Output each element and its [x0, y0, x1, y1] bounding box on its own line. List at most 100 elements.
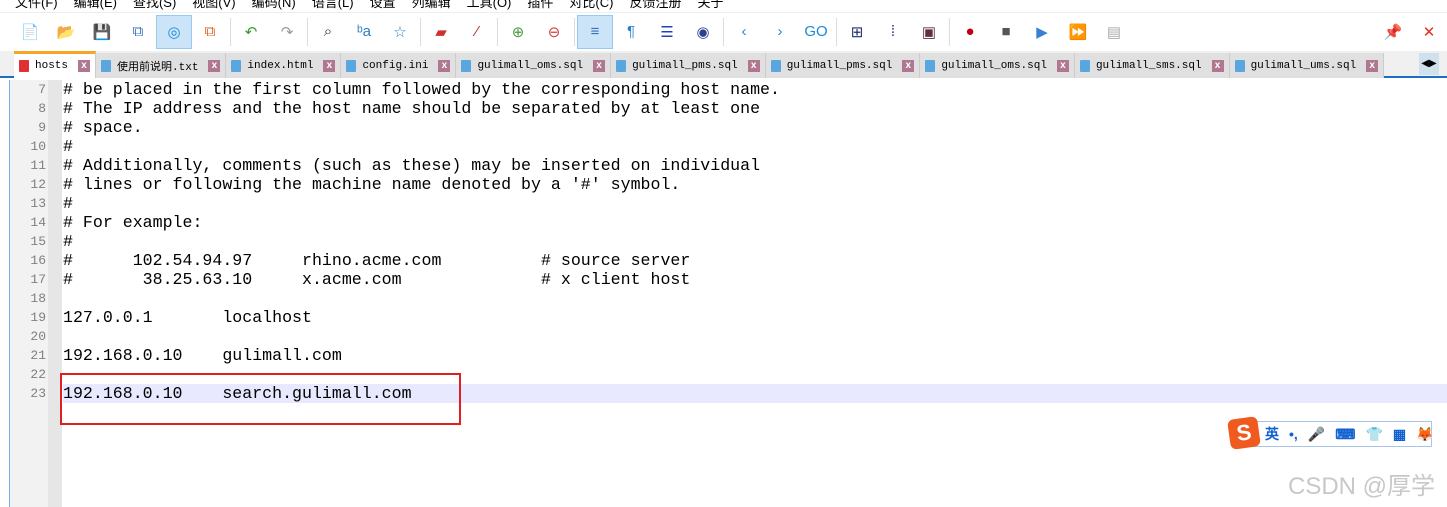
close-tab-icon[interactable]: x [902, 59, 915, 72]
close-icon[interactable]: ✕ [1411, 15, 1447, 49]
clear-mark-icon[interactable]: ⁄ [459, 15, 495, 49]
close-tab-icon[interactable]: x [1211, 59, 1224, 72]
tab-file[interactable]: config.ini x [341, 53, 457, 78]
play-macro-icon[interactable]: ▶ [1024, 15, 1060, 49]
pin-icon[interactable]: 📌 [1375, 15, 1411, 49]
code-line[interactable]: 14 # For example: [10, 213, 1447, 232]
close-all-icon[interactable]: ⧉ [192, 15, 228, 49]
code-line[interactable]: 20 [10, 327, 1447, 346]
line-text[interactable] [63, 327, 1447, 346]
tab-file[interactable]: gulimall_pms.sql x [611, 53, 766, 78]
replace-icon[interactable]: ᵇa [346, 15, 382, 49]
line-text[interactable]: # [63, 194, 1447, 213]
tab-file[interactable]: gulimall_ums.sql x [1229, 53, 1385, 78]
apps-icon[interactable]: ▦ [1393, 426, 1406, 443]
save-all-icon[interactable]: ⧉ [120, 15, 156, 49]
close-tab-icon[interactable]: x [1366, 59, 1379, 72]
go-to-icon[interactable]: GO [798, 15, 834, 49]
code-line[interactable]: 17 # 38.25.63.10 x.acme.com # x client ho… [10, 270, 1447, 289]
save-macro-icon[interactable]: ▤ [1096, 15, 1132, 49]
code-line[interactable]: 7 # be placed in the first column followe… [10, 80, 1447, 99]
close-tab-icon[interactable]: x [593, 59, 606, 72]
doc-map-icon[interactable]: ◉ [685, 15, 721, 49]
menu-item[interactable]: 列编辑 [404, 0, 459, 10]
tab-file[interactable]: gulimall_sms.sql x [1074, 53, 1230, 78]
run-macro-multiple-icon[interactable]: ⏩ [1060, 15, 1096, 49]
code-line[interactable]: 8 # The IP address and the host name shou… [10, 99, 1447, 118]
word-wrap-icon[interactable]: ≡ [577, 14, 613, 49]
menu-item[interactable]: 设置 [362, 0, 404, 10]
line-text[interactable]: # be placed in the first column followed… [63, 80, 1447, 99]
zoom-in-icon[interactable]: ⊕ [500, 15, 536, 49]
menu-item[interactable]: 对比(C) [561, 0, 621, 10]
menu-item[interactable]: 视图(V) [184, 0, 243, 10]
open-file-icon[interactable]: 📂 [48, 15, 84, 49]
line-text[interactable]: 192.168.0.10 gulimall.com [63, 346, 1447, 365]
close-tab-icon[interactable]: x [78, 60, 91, 72]
punctuation-icon[interactable]: •, [1289, 426, 1298, 442]
ime-language-toggle[interactable]: 英 [1265, 424, 1279, 444]
line-text[interactable]: # space. [63, 118, 1447, 137]
line-text[interactable]: # [63, 137, 1447, 156]
close-tab-icon[interactable]: x [208, 59, 221, 72]
bookmark-icon[interactable]: ☆ [382, 15, 418, 49]
new-file-icon[interactable]: 📄 [12, 15, 48, 49]
text-editor[interactable]: 7 # be placed in the first column followe… [10, 80, 1447, 403]
code-line[interactable]: 10 # [10, 137, 1447, 156]
next-icon[interactable]: › [762, 15, 798, 49]
microphone-icon[interactable]: 🎤 [1308, 426, 1325, 443]
menu-item[interactable]: 文件(F) [0, 0, 66, 10]
tab-scroll-arrows[interactable]: ◀▶ [1419, 53, 1439, 75]
line-text[interactable]: # 38.25.63.10 x.acme.com # x client host [63, 270, 1447, 289]
line-text[interactable] [63, 289, 1447, 308]
line-text[interactable]: # The IP address and the host name shoul… [63, 99, 1447, 118]
line-text[interactable]: # lines or following the machine name de… [63, 175, 1447, 194]
prev-icon[interactable]: ‹ [726, 15, 762, 49]
code-line[interactable]: 9 # space. [10, 118, 1447, 137]
code-line[interactable]: 21 192.168.0.10 gulimall.com [10, 346, 1447, 365]
menu-item[interactable]: 编码(N) [244, 0, 304, 10]
line-text[interactable]: # 102.54.94.97 rhino.acme.com # source s… [63, 251, 1447, 270]
sogou-logo-icon[interactable]: S [1227, 416, 1261, 450]
tab-file[interactable]: gulimall_pms.sql x [765, 53, 921, 78]
stop-record-icon[interactable]: ■ [988, 15, 1024, 49]
tab-file[interactable]: hosts x [14, 51, 97, 78]
mark-icon[interactable]: ▰ [423, 15, 459, 49]
code-line[interactable]: 19 127.0.0.1 localhost [10, 308, 1447, 327]
line-text[interactable]: # For example: [63, 213, 1447, 232]
code-line[interactable]: 16 # 102.54.94.97 rhino.acme.com # source… [10, 251, 1447, 270]
code-line[interactable]: 12 # lines or following the machine name … [10, 175, 1447, 194]
tab-file[interactable]: gulimall_oms.sql x [920, 53, 1075, 78]
auto-save-icon[interactable]: ◎ [156, 14, 192, 49]
zoom-out-icon[interactable]: ⊖ [536, 15, 572, 49]
find-icon[interactable]: ⌕ [310, 15, 346, 49]
line-text[interactable]: # Additionally, comments (such as these)… [63, 156, 1447, 175]
save-icon[interactable]: 💾 [84, 15, 120, 49]
monitor-icon[interactable]: ▣ [911, 15, 947, 49]
close-tab-icon[interactable]: x [323, 59, 336, 72]
menu-item[interactable]: 插件 [519, 0, 561, 10]
indent-guide-icon[interactable]: ☰ [649, 15, 685, 49]
menu-item[interactable]: 反馈注册 [621, 0, 689, 10]
menu-item[interactable]: 关于 [689, 0, 731, 10]
tab-file[interactable]: gulimall_oms.sql x [456, 53, 612, 78]
close-tab-icon[interactable]: x [438, 59, 451, 72]
code-line[interactable]: 18 [10, 289, 1447, 308]
menu-item[interactable]: 工具(O) [459, 0, 520, 10]
tab-file[interactable]: 使用前说明.txt x [96, 53, 227, 78]
line-text[interactable]: # [63, 232, 1447, 251]
menu-item[interactable]: 编辑(E) [66, 0, 125, 10]
close-tab-icon[interactable]: x [1056, 59, 1069, 72]
menu-item[interactable]: 查找(S) [125, 0, 184, 10]
mascot-icon[interactable]: 🦊 [1416, 426, 1433, 443]
sync-h-icon[interactable]: ⁞ [875, 15, 911, 49]
sync-v-icon[interactable]: ⊞ [839, 15, 875, 49]
show-all-chars-icon[interactable]: ¶ [613, 15, 649, 49]
code-line[interactable]: 13 # [10, 194, 1447, 213]
code-line[interactable]: 15 # [10, 232, 1447, 251]
menu-item[interactable]: 语言(L) [304, 0, 362, 10]
close-tab-icon[interactable]: x [747, 59, 760, 72]
undo-icon[interactable]: ↶ [233, 15, 269, 49]
redo-icon[interactable]: ↷ [269, 15, 305, 49]
record-macro-icon[interactable]: ● [952, 15, 988, 49]
